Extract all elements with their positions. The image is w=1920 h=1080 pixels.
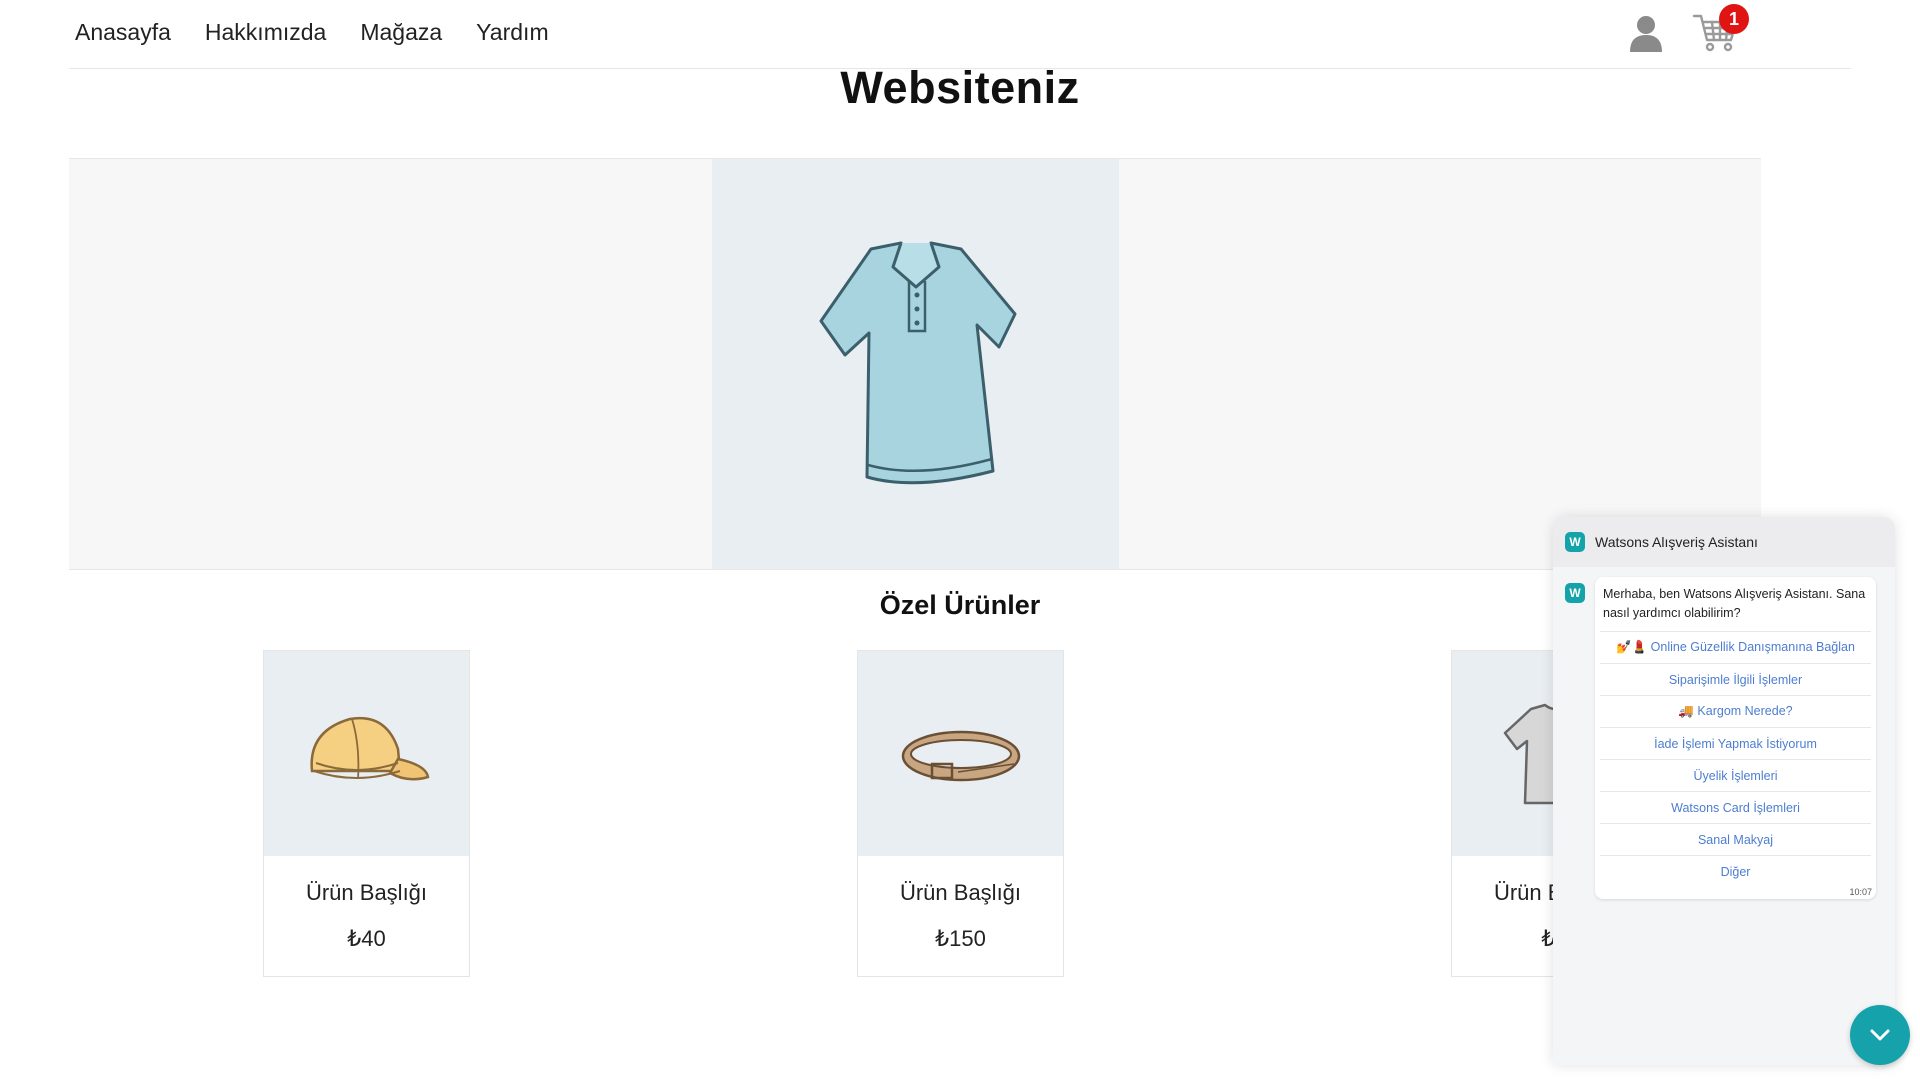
- site-title: Websiteniz: [840, 62, 1080, 113]
- chat-option-watsons-card[interactable]: Watsons Card İşlemleri: [1600, 791, 1871, 823]
- watsons-logo-icon: W: [1565, 532, 1585, 552]
- product-price: ₺150: [935, 926, 986, 951]
- chat-option-order[interactable]: Siparişimle İlgili İşlemler: [1600, 663, 1871, 695]
- nav-links: Anasayfa Hakkımızda Mağaza Yardım: [75, 19, 549, 46]
- chat-header-title: Watsons Alışveriş Asistanı: [1595, 534, 1758, 550]
- chat-option-membership[interactable]: Üyelik İşlemleri: [1600, 759, 1871, 791]
- cap-icon: [309, 716, 429, 780]
- chat-option-return[interactable]: İade İşlemi Yapmak İstiyorum: [1600, 727, 1871, 759]
- hero-banner: [69, 158, 1761, 570]
- top-nav: Anasayfa Hakkımızda Mağaza Yardım: [69, 0, 1851, 69]
- chat-greeting: Merhaba, ben Watsons Alışveriş Asistanı.…: [1603, 587, 1866, 620]
- chat-message-bubble: Merhaba, ben Watsons Alışveriş Asistanı.…: [1595, 577, 1876, 899]
- chat-option-beauty-advisor[interactable]: 💅💄 Online Güzellik Danışmanına Bağlan: [1600, 631, 1871, 663]
- product-image: [858, 651, 1063, 856]
- nav-link-about[interactable]: Hakkımızda: [205, 19, 326, 46]
- user-icon[interactable]: [1628, 14, 1664, 54]
- chat-timestamp: 10:07: [1849, 887, 1872, 897]
- chevron-down-icon: [1870, 1029, 1890, 1041]
- product-title: Ürün Başlığı: [305, 880, 428, 905]
- chat-option-virtual-makeup[interactable]: Sanal Makyaj: [1600, 823, 1871, 855]
- chat-toggle-button[interactable]: [1850, 1005, 1910, 1065]
- nav-link-shop[interactable]: Mağaza: [360, 19, 442, 46]
- chat-option-other[interactable]: Diğer: [1600, 855, 1871, 887]
- product-card[interactable]: Ürün Başlığı ₺40: [263, 650, 470, 977]
- nav-link-home[interactable]: Anasayfa: [75, 19, 171, 46]
- bot-avatar-icon: W: [1565, 583, 1585, 603]
- chat-option-cargo[interactable]: 🚚 Kargom Nerede?: [1600, 695, 1871, 727]
- product-image: [264, 651, 469, 856]
- polo-shirt-image: [819, 241, 1016, 485]
- product-card[interactable]: Ürün Başlığı ₺150: [857, 650, 1064, 977]
- nav-link-help[interactable]: Yardım: [476, 19, 548, 46]
- product-price: ₺40: [347, 926, 386, 951]
- belt-icon: [901, 730, 1020, 781]
- hero-image: [712, 159, 1119, 569]
- chat-widget: W Watsons Alışveriş Asistanı W Merhaba, …: [1553, 517, 1895, 1065]
- cart-count-badge: 1: [1719, 4, 1749, 34]
- chat-header: W Watsons Alışveriş Asistanı: [1553, 517, 1895, 567]
- product-title: Ürün Başlığı: [899, 880, 1022, 905]
